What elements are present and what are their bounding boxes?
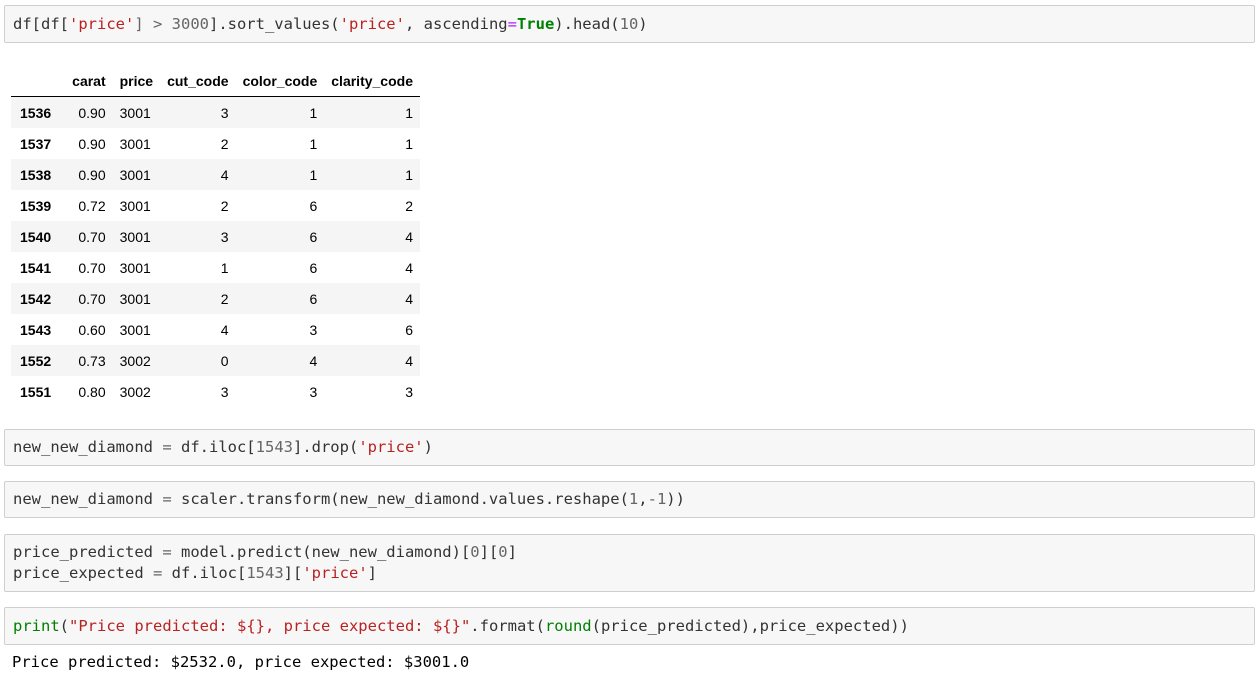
code-line: new_new_diamond = scaler.transform(new_n… xyxy=(13,490,685,508)
index-header xyxy=(11,66,66,97)
column-header-price: price xyxy=(112,66,161,97)
cell-carat: 0.80 xyxy=(78,383,106,400)
table-row: 1540 0.70 3001 3 6 4 xyxy=(11,221,420,252)
cell-cut-code: 3 xyxy=(220,228,229,245)
cell-price: 3001 xyxy=(119,166,151,183)
cell-price: 3002 xyxy=(119,352,151,369)
row-index: 1543 xyxy=(20,321,52,338)
cell-cut-code: 0 xyxy=(220,352,229,369)
row-index: 1537 xyxy=(20,135,52,152)
cell-clarity-code: 2 xyxy=(405,197,413,214)
cell-color-code: 3 xyxy=(309,321,318,338)
row-index: 1539 xyxy=(20,197,52,214)
row-index: 1551 xyxy=(20,383,52,400)
table-row: 1537 0.90 3001 2 1 1 xyxy=(11,128,420,159)
cell-carat: 0.90 xyxy=(78,104,106,121)
cell-color-code: 6 xyxy=(309,197,318,214)
column-header-cut-code: cut_code xyxy=(160,66,236,97)
column-header-carat: carat xyxy=(65,66,113,97)
cell-price: 3001 xyxy=(119,197,151,214)
cell-cut-code: 3 xyxy=(220,383,229,400)
column-header-clarity-code: clarity_code xyxy=(324,66,420,97)
code-cell-scaler-transform[interactable]: new_new_diamond = scaler.transform(new_n… xyxy=(4,481,1255,518)
cell-carat: 0.70 xyxy=(78,259,106,276)
cell-carat: 0.90 xyxy=(78,166,106,183)
row-index: 1552 xyxy=(20,352,52,369)
table-row: 1552 0.73 3002 0 4 4 xyxy=(11,345,420,376)
cell-clarity-code: 4 xyxy=(405,290,413,307)
cell-cut-code: 2 xyxy=(220,197,229,214)
row-index: 1538 xyxy=(20,166,52,183)
cell-carat: 0.70 xyxy=(78,228,106,245)
cell-clarity-code: 1 xyxy=(405,104,413,121)
code-cell-iloc-drop[interactable]: new_new_diamond = df.iloc[1543].drop('pr… xyxy=(4,429,1255,466)
row-index: 1541 xyxy=(20,259,52,276)
cell-color-code: 4 xyxy=(309,352,318,369)
code-line: df[df['price'] > 3000].sort_values('pric… xyxy=(13,14,648,33)
code-line: price_expected = df.iloc[1543]['price'] xyxy=(13,564,377,582)
table-header-row: carat price cut_code color_code clarity_… xyxy=(11,66,420,97)
code-cell-print[interactable]: print("Price predicted: ${}, price expec… xyxy=(4,607,1255,645)
code-line: print("Price predicted: ${}, price expec… xyxy=(13,616,909,635)
cell-carat: 0.90 xyxy=(78,135,106,152)
row-index: 1540 xyxy=(20,228,52,245)
cell-price: 3001 xyxy=(119,290,151,307)
cell-cut-code: 4 xyxy=(220,166,229,183)
cell-color-code: 1 xyxy=(309,166,318,183)
cell-price: 3001 xyxy=(119,321,151,338)
cell-clarity-code: 4 xyxy=(405,228,413,245)
cell-color-code: 1 xyxy=(309,104,318,121)
dataframe-output-table: carat price cut_code color_code clarity_… xyxy=(11,66,420,407)
row-index: 1542 xyxy=(20,290,52,307)
code-line: price_predicted = model.predict(new_new_… xyxy=(13,543,517,561)
table-row: 1538 0.90 3001 4 1 1 xyxy=(11,159,420,190)
column-header-color-code: color_code xyxy=(235,66,325,97)
table-row: 1536 0.90 3001 3 1 1 xyxy=(11,96,420,128)
cell-cut-code: 1 xyxy=(220,259,229,276)
cell-price: 3001 xyxy=(119,104,151,121)
cell-clarity-code: 3 xyxy=(405,383,413,400)
cell-color-code: 6 xyxy=(309,259,318,276)
cell-cut-code: 2 xyxy=(220,135,229,152)
cell-carat: 0.73 xyxy=(78,352,106,369)
cell-color-code: 6 xyxy=(309,290,318,307)
cell-price: 3002 xyxy=(119,383,151,400)
cell-cut-code: 3 xyxy=(220,104,229,121)
cell-color-code: 3 xyxy=(309,383,318,400)
table-row: 1543 0.60 3001 4 3 6 xyxy=(11,314,420,345)
cell-clarity-code: 4 xyxy=(405,352,413,369)
cell-price: 3001 xyxy=(119,259,151,276)
cell-price: 3001 xyxy=(119,135,151,152)
print-output: Price predicted: $2532.0, price expected… xyxy=(12,653,470,671)
table-row: 1551 0.80 3002 3 3 3 xyxy=(11,376,420,407)
code-line: new_new_diamond = df.iloc[1543].drop('pr… xyxy=(13,438,433,456)
cell-carat: 0.70 xyxy=(78,290,106,307)
cell-clarity-code: 6 xyxy=(405,321,413,338)
table-row: 1542 0.70 3001 2 6 4 xyxy=(11,283,420,314)
cell-clarity-code: 1 xyxy=(405,166,413,183)
row-index: 1536 xyxy=(20,104,52,121)
cell-clarity-code: 1 xyxy=(405,135,413,152)
cell-color-code: 6 xyxy=(309,228,318,245)
code-cell-model-predict[interactable]: price_predicted = model.predict(new_new_… xyxy=(4,534,1255,592)
table-row: 1539 0.72 3001 2 6 2 xyxy=(11,190,420,221)
code-cell-sort-values[interactable]: df[df['price'] > 3000].sort_values('pric… xyxy=(4,5,1255,43)
cell-price: 3001 xyxy=(119,228,151,245)
cell-carat: 0.60 xyxy=(78,321,106,338)
cell-carat: 0.72 xyxy=(78,197,106,214)
table-row: 1541 0.70 3001 1 6 4 xyxy=(11,252,420,283)
cell-cut-code: 4 xyxy=(220,321,229,338)
cell-cut-code: 2 xyxy=(220,290,229,307)
cell-clarity-code: 4 xyxy=(405,259,413,276)
cell-color-code: 1 xyxy=(309,135,318,152)
